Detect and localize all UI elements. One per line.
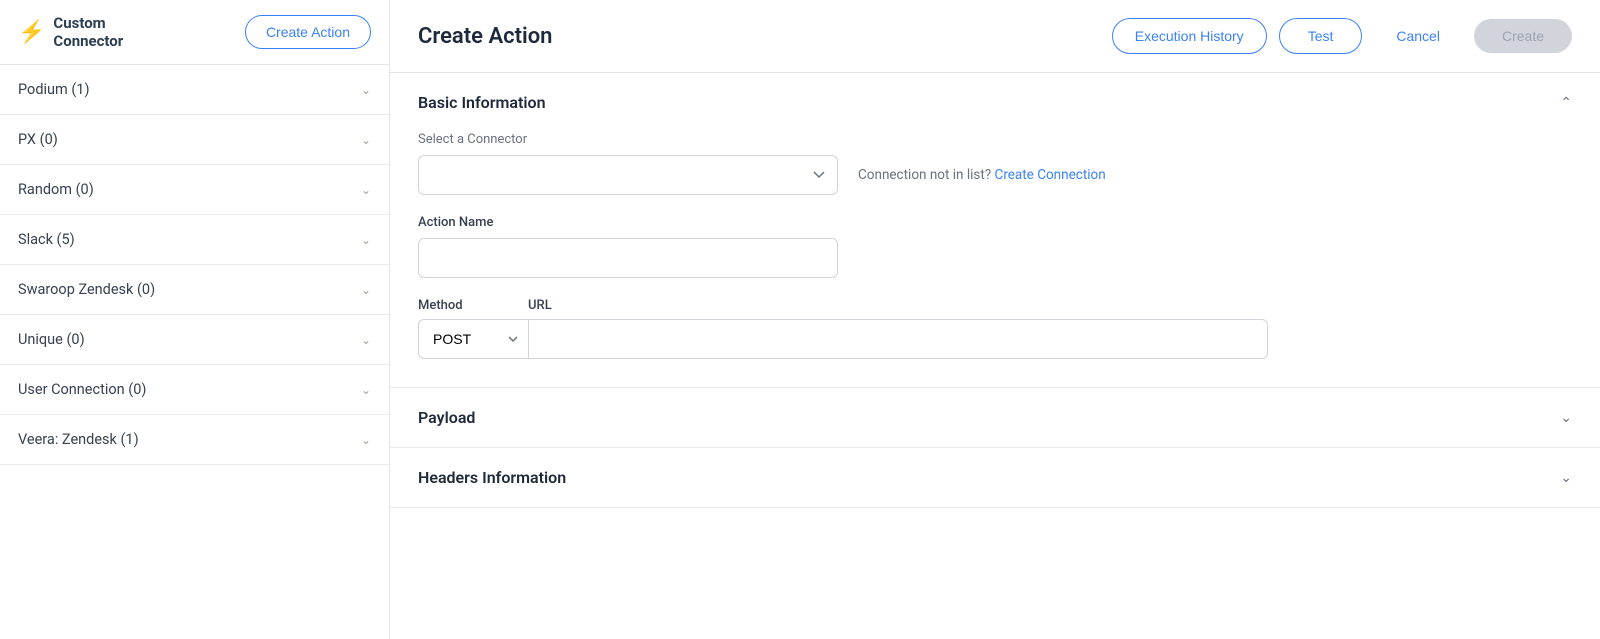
chevron-down-icon: ⌄ bbox=[361, 183, 371, 197]
header-actions: Execution History Test Cancel Create bbox=[1112, 18, 1572, 54]
create-button[interactable]: Create bbox=[1474, 19, 1572, 53]
sidebar-item-label: Podium (1) bbox=[18, 81, 90, 98]
chevron-down-icon: ⌄ bbox=[1560, 410, 1572, 426]
sidebar-item-label: User Connection (0) bbox=[18, 381, 146, 398]
page-title: Create Action bbox=[418, 24, 552, 49]
create-connection-link[interactable]: Create Connection bbox=[995, 167, 1106, 183]
sidebar: ⚡ Custom Connector Create Action Podium … bbox=[0, 0, 390, 639]
sidebar-item-label: Swaroop Zendesk (0) bbox=[18, 281, 155, 298]
chevron-down-icon: ⌄ bbox=[361, 333, 371, 347]
connection-hint: Connection not in list? Create Connectio… bbox=[858, 167, 1106, 183]
headers-title: Headers Information bbox=[418, 468, 566, 487]
main-header: Create Action Execution History Test Can… bbox=[390, 0, 1600, 73]
sidebar-item-label: Unique (0) bbox=[18, 331, 85, 348]
connector-row: Connection not in list? Create Connectio… bbox=[418, 155, 1572, 195]
basic-information-title: Basic Information bbox=[418, 93, 546, 112]
action-name-input[interactable] bbox=[418, 238, 838, 278]
sidebar-item-podium[interactable]: Podium (1) ⌄ bbox=[0, 65, 389, 115]
main-panel: Create Action Execution History Test Can… bbox=[390, 0, 1600, 639]
method-label: Method bbox=[418, 298, 528, 313]
connector-select[interactable] bbox=[418, 155, 838, 195]
basic-information-section: Basic Information ⌃ Select a Connector C… bbox=[390, 73, 1600, 388]
sidebar-item-px[interactable]: PX (0) ⌄ bbox=[0, 115, 389, 165]
headers-header[interactable]: Headers Information ⌄ bbox=[390, 448, 1600, 507]
headers-section: Headers Information ⌄ bbox=[390, 448, 1600, 508]
sidebar-item-veera-zendesk[interactable]: Veera: Zendesk (1) ⌄ bbox=[0, 415, 389, 465]
chevron-down-icon: ⌄ bbox=[361, 433, 371, 447]
chevron-down-icon: ⌄ bbox=[361, 233, 371, 247]
connector-form-group: Select a Connector Connection not in lis… bbox=[418, 132, 1572, 195]
chevron-down-icon: ⌄ bbox=[361, 283, 371, 297]
sidebar-item-label: Veera: Zendesk (1) bbox=[18, 431, 139, 448]
chevron-down-icon: ⌄ bbox=[361, 83, 371, 97]
sidebar-item-label: Slack (5) bbox=[18, 231, 75, 248]
brand: ⚡ Custom Connector bbox=[18, 14, 123, 50]
payload-header[interactable]: Payload ⌄ bbox=[390, 388, 1600, 447]
cancel-button[interactable]: Cancel bbox=[1374, 19, 1462, 53]
connector-label: Select a Connector bbox=[418, 132, 1572, 147]
sidebar-item-label: PX (0) bbox=[18, 131, 58, 148]
url-label: URL bbox=[528, 298, 552, 313]
main-content: Basic Information ⌃ Select a Connector C… bbox=[390, 73, 1600, 639]
chevron-down-icon: ⌄ bbox=[361, 383, 371, 397]
sidebar-item-label: Random (0) bbox=[18, 181, 94, 198]
chevron-up-icon: ⌃ bbox=[1560, 95, 1572, 111]
test-button[interactable]: Test bbox=[1279, 18, 1363, 54]
url-input[interactable] bbox=[528, 319, 1268, 359]
method-url-row: POST GET PUT PATCH DELETE bbox=[418, 319, 1572, 359]
method-url-labels: Method URL bbox=[418, 298, 1572, 313]
basic-information-body: Select a Connector Connection not in lis… bbox=[390, 132, 1600, 387]
execution-history-button[interactable]: Execution History bbox=[1112, 18, 1267, 54]
payload-title: Payload bbox=[418, 408, 475, 427]
create-action-button[interactable]: Create Action bbox=[245, 15, 371, 49]
method-select[interactable]: POST GET PUT PATCH DELETE bbox=[418, 319, 528, 359]
brand-text: Custom Connector bbox=[53, 14, 123, 50]
sidebar-item-random[interactable]: Random (0) ⌄ bbox=[0, 165, 389, 215]
sidebar-item-slack[interactable]: Slack (5) ⌄ bbox=[0, 215, 389, 265]
connector-icon: ⚡ bbox=[18, 20, 45, 45]
sidebar-item-swaroop-zendesk[interactable]: Swaroop Zendesk (0) ⌄ bbox=[0, 265, 389, 315]
sidebar-item-unique[interactable]: Unique (0) ⌄ bbox=[0, 315, 389, 365]
chevron-down-icon: ⌄ bbox=[361, 133, 371, 147]
payload-section: Payload ⌄ bbox=[390, 388, 1600, 448]
action-name-label: Action Name bbox=[418, 215, 1572, 230]
method-url-group: Method URL POST GET PUT PATCH DELETE bbox=[418, 298, 1572, 359]
chevron-down-icon: ⌄ bbox=[1560, 470, 1572, 486]
sidebar-list: Podium (1) ⌄ PX (0) ⌄ Random (0) ⌄ Slack… bbox=[0, 65, 389, 639]
sidebar-header: ⚡ Custom Connector Create Action bbox=[0, 0, 389, 65]
action-name-form-group: Action Name bbox=[418, 215, 1572, 278]
sidebar-item-user-connection[interactable]: User Connection (0) ⌄ bbox=[0, 365, 389, 415]
basic-information-header[interactable]: Basic Information ⌃ bbox=[390, 73, 1600, 132]
